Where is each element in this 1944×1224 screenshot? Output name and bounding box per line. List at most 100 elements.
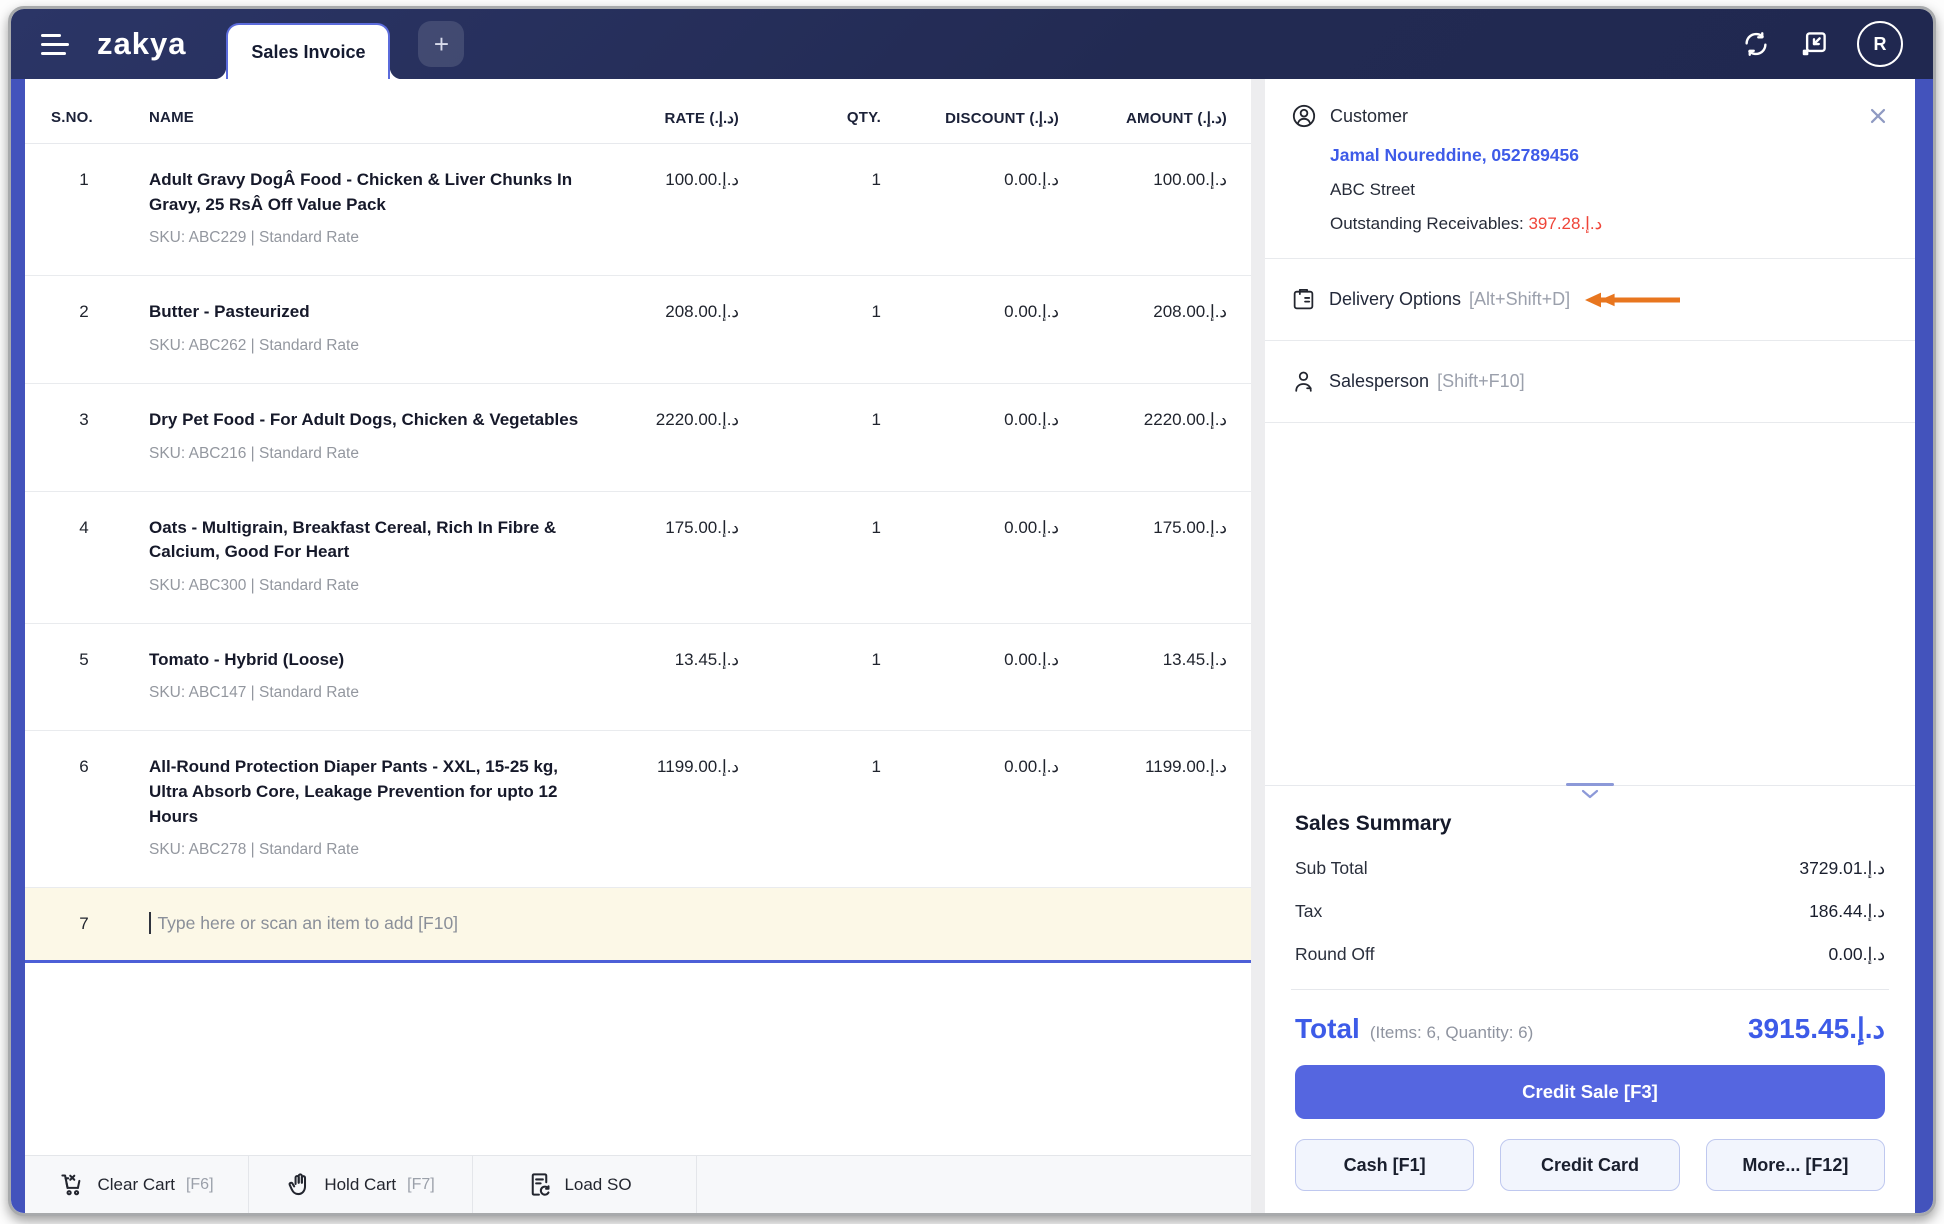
scan-input-placeholder: Type here or scan an item to add [F10] bbox=[157, 913, 459, 934]
item-rate: 175.00د.إ.‏ bbox=[665, 517, 739, 537]
col-discount: DISCOUNT (د.إ.‏) bbox=[945, 110, 1059, 127]
main-area: S.NO. NAME RATE (د.إ.‏) QTY. DISCOUNT (د… bbox=[11, 79, 1933, 1213]
item-amount: 2220.00د.إ.‏ bbox=[1143, 409, 1227, 429]
outstanding-amount: 397.28د.إ.‏ bbox=[1528, 214, 1603, 233]
delivery-icon bbox=[1293, 289, 1314, 310]
topbar-actions: R bbox=[1741, 21, 1903, 67]
table-row[interactable]: 1 Adult Gravy DogÂ Food - Chicken & Live… bbox=[25, 144, 1251, 277]
item-name: Butter - Pasteurized bbox=[149, 302, 310, 322]
invoice-panel: S.NO. NAME RATE (د.إ.‏) QTY. DISCOUNT (د… bbox=[25, 79, 1251, 1213]
clear-cart-button[interactable]: Clear Cart [F6] bbox=[25, 1156, 249, 1213]
item-sku: SKU: ABC229 | Standard Rate bbox=[149, 229, 359, 247]
item-name: Tomato - Hybrid (Loose) bbox=[149, 649, 345, 669]
tab-sales-invoice[interactable]: Sales Invoice bbox=[214, 23, 403, 79]
total-amount: 3915.45د.إ.‏ bbox=[1747, 1013, 1885, 1044]
customer-name-link[interactable]: Jamal Noureddine, 052789456 bbox=[1330, 145, 1889, 166]
table-row[interactable]: 5 Tomato - Hybrid (Loose) SKU: ABC147 | … bbox=[25, 624, 1251, 732]
table-row[interactable]: 4 Oats - Multigrain, Breakfast Cereal, R… bbox=[25, 492, 1251, 624]
item-amount: 208.00د.إ.‏ bbox=[1153, 302, 1227, 322]
col-qty: QTY. bbox=[846, 109, 881, 126]
hamburger-menu-icon[interactable] bbox=[41, 28, 71, 61]
close-icon[interactable] bbox=[1867, 105, 1889, 127]
subtotal-row: Sub Total 3729.01د.إ.‏ bbox=[1295, 858, 1885, 878]
sidebar-empty-space bbox=[1265, 423, 1915, 785]
hold-cart-button[interactable]: Hold Cart [F7] bbox=[249, 1156, 473, 1213]
delivery-options-row[interactable]: Delivery Options [Alt+Shift+D] bbox=[1265, 259, 1915, 341]
tab-label: Sales Invoice bbox=[251, 41, 366, 62]
customer-title: Customer bbox=[1330, 105, 1409, 126]
top-bar: zakya Sales Invoice + R bbox=[11, 9, 1933, 79]
cart-x-icon bbox=[61, 1174, 81, 1196]
item-rate: 208.00د.إ.‏ bbox=[665, 302, 739, 322]
left-edge-strip bbox=[11, 79, 25, 1213]
payment-buttons-row: Cash [F1] Credit Card More... [F12] bbox=[1295, 1139, 1885, 1191]
item-amount: 100.00د.إ.‏ bbox=[1153, 170, 1227, 189]
item-qty: 1 bbox=[871, 517, 881, 537]
item-amount: 13.45د.إ.‏ bbox=[1162, 649, 1227, 669]
app-logo: zakya bbox=[97, 26, 187, 61]
cart-footer-bar: Clear Cart [F6] Hold Cart [F7] Load SO bbox=[25, 1155, 1251, 1213]
more-button[interactable]: More... [F12] bbox=[1705, 1139, 1885, 1191]
avatar-initial: R bbox=[1873, 33, 1887, 54]
roundoff-row: Round Off 0.00د.إ.‏ bbox=[1295, 944, 1885, 964]
right-edge-strip bbox=[1915, 79, 1933, 1213]
table-row[interactable]: 3 Dry Pet Food - For Adult Dogs, Chicken… bbox=[25, 384, 1251, 492]
customer-address: ABC Street bbox=[1330, 180, 1416, 199]
item-amount: 175.00د.إ.‏ bbox=[1153, 517, 1227, 537]
item-name: All-Round Protection Diaper Pants - XXL,… bbox=[149, 757, 559, 826]
credit-card-button[interactable]: Credit Card bbox=[1500, 1139, 1680, 1191]
summary-divider bbox=[1291, 989, 1889, 990]
collapse-summary-handle[interactable] bbox=[1566, 783, 1614, 804]
load-so-button[interactable]: Load SO bbox=[473, 1156, 697, 1213]
col-amount: AMOUNT (د.إ.‏) bbox=[1126, 110, 1227, 127]
sync-icon[interactable] bbox=[1741, 29, 1771, 59]
item-sku: SKU: ABC147 | Standard Rate bbox=[149, 684, 359, 702]
new-tab-button[interactable]: + bbox=[418, 21, 465, 67]
item-discount: 0.00د.إ.‏ bbox=[1004, 409, 1059, 429]
item-qty: 1 bbox=[871, 757, 881, 777]
item-name: Adult Gravy DogÂ Food - Chicken & Liver … bbox=[149, 170, 573, 214]
col-sno: S.NO. bbox=[51, 109, 93, 126]
salesperson-row[interactable]: Salesperson [Shift+F10] bbox=[1265, 341, 1915, 423]
item-rate: 1199.00د.إ.‏ bbox=[657, 757, 739, 777]
col-name: NAME bbox=[149, 109, 194, 126]
checkout-sidebar: Customer Jamal Noureddine, 052789456 ABC… bbox=[1265, 79, 1915, 1213]
roundoff-value: 0.00د.إ.‏ bbox=[1828, 944, 1885, 964]
item-scan-input[interactable]: 7 Type here or scan an item to add [F10] bbox=[25, 888, 1251, 964]
table-empty-space bbox=[25, 963, 1251, 1155]
table-row[interactable]: 6 All-Round Protection Diaper Pants - XX… bbox=[25, 731, 1251, 889]
table-header: S.NO. NAME RATE (د.إ.‏) QTY. DISCOUNT (د… bbox=[25, 79, 1251, 144]
customer-section: Customer Jamal Noureddine, 052789456 ABC… bbox=[1265, 79, 1915, 259]
item-sku: SKU: ABC216 | Standard Rate bbox=[149, 444, 359, 462]
item-sku: SKU: ABC278 | Standard Rate bbox=[149, 841, 359, 859]
item-amount: 1199.00د.إ.‏ bbox=[1145, 757, 1227, 777]
outstanding-receivables: Outstanding Receivables: 397.28د.إ.‏ bbox=[1330, 214, 1603, 233]
item-qty: 1 bbox=[871, 170, 881, 189]
total-row: Total (Items: 6, Quantity: 6) 3915.45د.إ… bbox=[1295, 1012, 1885, 1045]
salesperson-icon bbox=[1295, 371, 1312, 392]
chevron-down-icon bbox=[1581, 789, 1599, 799]
app-window: zakya Sales Invoice + R S.NO. NAME RATE … bbox=[8, 6, 1936, 1216]
credit-sale-button[interactable]: Credit Sale [F3] bbox=[1295, 1065, 1885, 1119]
customer-icon bbox=[1292, 104, 1316, 128]
annotation-arrow-icon bbox=[1585, 292, 1681, 307]
receipt-reload-icon bbox=[532, 1173, 550, 1196]
user-avatar[interactable]: R bbox=[1857, 21, 1903, 67]
subtotal-value: 3729.01د.إ.‏ bbox=[1799, 858, 1885, 878]
item-qty: 1 bbox=[871, 302, 881, 322]
tax-row: Tax 186.44د.إ.‏ bbox=[1295, 901, 1885, 921]
sales-summary-section: Sales Summary Sub Total 3729.01د.إ.‏ Tax… bbox=[1265, 783, 1915, 1213]
item-rate: 100.00د.إ.‏ bbox=[665, 170, 739, 189]
plus-icon: + bbox=[433, 28, 450, 59]
cash-button[interactable]: Cash [F1] bbox=[1295, 1139, 1475, 1191]
col-rate: RATE (د.إ.‏) bbox=[664, 110, 739, 127]
item-discount: 0.00د.إ.‏ bbox=[1004, 757, 1059, 777]
item-qty: 1 bbox=[871, 409, 881, 429]
hand-icon bbox=[288, 1173, 307, 1196]
total-label: Total bbox=[1295, 1013, 1360, 1044]
item-sku: SKU: ABC300 | Standard Rate bbox=[149, 576, 359, 594]
exit-fullscreen-icon[interactable] bbox=[1799, 29, 1829, 59]
table-row[interactable]: 2 Butter - Pasteurized SKU: ABC262 | Sta… bbox=[25, 276, 1251, 384]
total-items-meta: (Items: 6, Quantity: 6) bbox=[1369, 1023, 1534, 1042]
panel-divider bbox=[1251, 79, 1265, 1213]
